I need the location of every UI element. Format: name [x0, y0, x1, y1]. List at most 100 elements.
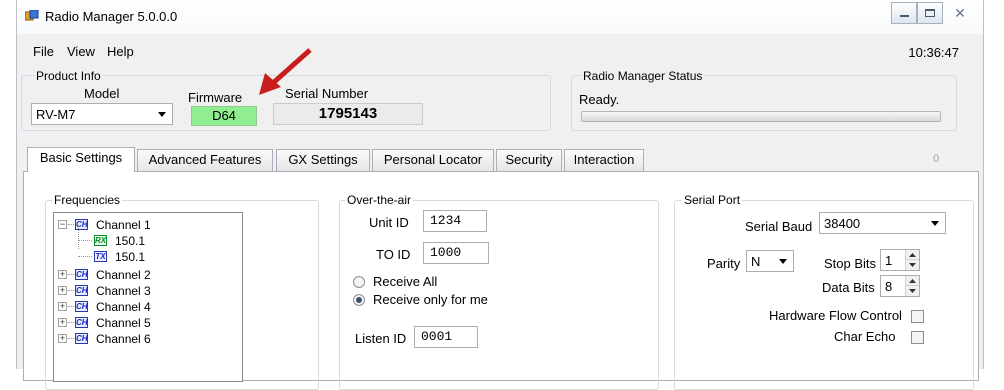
chevron-down-icon — [931, 221, 939, 226]
menu-bar: File View Help — [17, 40, 983, 62]
serial-baud-value: 38400 — [824, 216, 861, 231]
tree-item-channel-1[interactable]: − CH Channel 1 — [58, 217, 238, 233]
maximize-button[interactable] — [917, 2, 943, 24]
serial-number-value: 1795143 — [273, 103, 423, 125]
firmware-label: Firmware — [188, 90, 243, 105]
expand-icon[interactable]: + — [58, 286, 67, 295]
tab-counter: 0 — [933, 153, 940, 165]
parity-label: Parity — [707, 256, 741, 271]
tx-frequency: 150.1 — [115, 250, 146, 264]
status-group: Radio Manager Status — [571, 69, 957, 131]
data-bits-value: 8 — [885, 279, 893, 294]
stepper-buttons[interactable] — [905, 276, 919, 296]
stepper-up-icon[interactable] — [906, 276, 919, 286]
receive-only-for-me-radio[interactable] — [353, 294, 365, 306]
expand-icon[interactable]: + — [58, 270, 67, 279]
listen-id-input[interactable]: 0001 — [414, 326, 478, 348]
parity-select[interactable]: N — [746, 250, 794, 272]
to-id-label: TO ID — [376, 247, 411, 262]
channel-icon: CH — [75, 269, 88, 280]
menu-file[interactable]: File — [33, 44, 54, 59]
frequency-tree[interactable]: − CH Channel 1 RX 150.1 TX 150.1 + CH Ch… — [53, 212, 243, 382]
tab-basic-settings[interactable]: Basic Settings — [27, 147, 135, 172]
rx-frequency: 150.1 — [115, 234, 146, 248]
product-info-label: Product Info — [34, 69, 103, 83]
tree-item-channel-4[interactable]: + CH Channel 4 — [58, 299, 238, 315]
menu-help[interactable]: Help — [107, 44, 134, 59]
channel-icon: CH — [75, 301, 88, 312]
stepper-down-icon[interactable] — [906, 286, 919, 296]
model-value: RV-M7 — [36, 107, 76, 122]
receive-all-label[interactable]: Receive All — [373, 274, 437, 289]
tab-label: Personal Locator — [383, 152, 483, 167]
expand-icon[interactable]: + — [58, 334, 67, 343]
menu-view[interactable]: View — [67, 44, 95, 59]
tree-connector — [68, 338, 74, 339]
chevron-down-icon — [158, 112, 166, 117]
expand-icon[interactable]: + — [58, 318, 67, 327]
tab-interaction[interactable]: Interaction — [564, 149, 644, 171]
tree-connector — [68, 274, 74, 275]
tab-personal-locator[interactable]: Personal Locator — [372, 149, 494, 171]
expand-icon[interactable]: + — [58, 302, 67, 311]
app-icon — [24, 9, 39, 22]
unit-id-label: Unit ID — [369, 215, 409, 230]
tree-item-label: Channel 2 — [96, 268, 151, 282]
app-window: Radio Manager 5.0.0.0 ✕ File View Help 1… — [16, 0, 984, 390]
tab-label: Security — [505, 152, 553, 167]
status-group-label: Radio Manager Status — [581, 69, 705, 83]
data-bits-label: Data Bits — [822, 280, 875, 295]
char-echo-checkbox[interactable] — [911, 331, 924, 344]
collapse-icon[interactable]: − — [58, 220, 67, 229]
tree-item-channel-3[interactable]: + CH Channel 3 — [58, 283, 238, 299]
tree-item-channel-2[interactable]: + CH Channel 2 — [58, 267, 238, 283]
channel-icon: CH — [75, 317, 88, 328]
hardware-flow-control-checkbox[interactable] — [911, 310, 924, 323]
chevron-down-icon — [779, 259, 787, 264]
maximize-icon — [925, 9, 935, 17]
tab-gx-settings[interactable]: GX Settings — [276, 149, 370, 171]
basic-settings-panel: Frequencies − CH Channel 1 RX 150.1 TX 1… — [23, 171, 979, 390]
char-echo-label: Char Echo — [834, 329, 896, 344]
frequencies-label: Frequencies — [52, 193, 123, 207]
serial-baud-select[interactable]: 38400 — [819, 212, 946, 234]
close-button[interactable]: ✕ — [947, 2, 973, 24]
tab-advanced-features[interactable]: Advanced Features — [137, 149, 273, 171]
minimize-button[interactable] — [891, 2, 917, 24]
tree-connector — [68, 290, 74, 291]
tree-item-label: Channel 5 — [96, 316, 151, 330]
tree-connector — [78, 225, 79, 249]
title-bar[interactable]: Radio Manager 5.0.0.0 ✕ — [17, 0, 983, 34]
clock: 10:36:47 — [908, 45, 959, 60]
tree-item-rx[interactable]: RX 150.1 — [78, 225, 218, 249]
stop-bits-label: Stop Bits — [824, 256, 877, 271]
unit-id-input[interactable]: 1234 — [423, 210, 487, 232]
unit-id-value: 1234 — [430, 213, 462, 228]
tree-item-label: Channel 1 — [96, 218, 151, 232]
tree-item-channel-5[interactable]: + CH Channel 5 — [58, 315, 238, 331]
stepper-up-icon[interactable] — [906, 250, 919, 260]
tab-security[interactable]: Security — [496, 149, 562, 171]
tab-label: Advanced Features — [148, 152, 262, 167]
receive-all-radio[interactable] — [353, 276, 365, 288]
tree-connector — [68, 224, 74, 225]
to-id-input[interactable]: 1000 — [423, 242, 489, 264]
status-progress-bar — [581, 111, 941, 122]
tree-connector — [78, 256, 92, 257]
stepper-buttons[interactable] — [905, 250, 919, 270]
stop-bits-stepper[interactable]: 1 — [880, 249, 920, 271]
tree-item-channel-6[interactable]: + CH Channel 6 — [58, 331, 238, 347]
receive-only-for-me-label[interactable]: Receive only for me — [373, 292, 488, 307]
listen-id-value: 0001 — [421, 329, 453, 344]
listen-id-label: Listen ID — [355, 331, 407, 346]
firmware-text: D64 — [212, 108, 236, 123]
model-select[interactable]: RV-M7 — [31, 103, 173, 125]
tree-item-tx[interactable]: TX 150.1 — [78, 249, 218, 265]
tree-item-label: Channel 4 — [96, 300, 151, 314]
data-bits-stepper[interactable]: 8 — [880, 275, 920, 297]
channel-icon: CH — [75, 219, 88, 230]
parity-value: N — [751, 254, 761, 269]
stepper-down-icon[interactable] — [906, 260, 919, 270]
rx-icon: RX — [94, 235, 107, 246]
close-icon: ✕ — [954, 4, 966, 21]
